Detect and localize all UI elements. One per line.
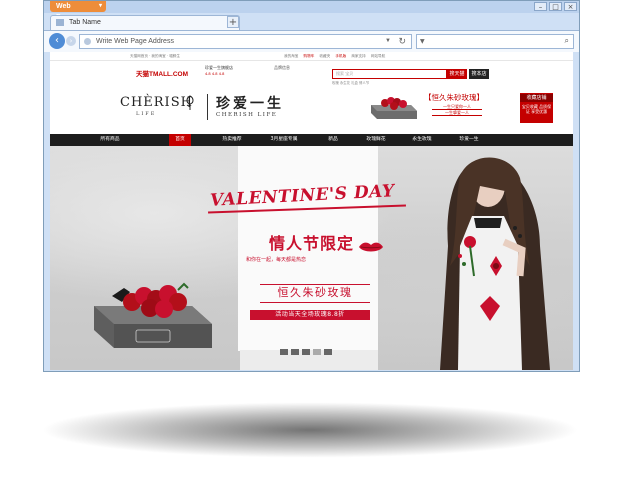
hero-title-cn: 情人节限定: [269, 234, 355, 253]
collect-subtitle: 宝贝收藏 品质保证 享受优惠: [521, 104, 552, 114]
brand-name-cn: 珍爱一生: [216, 96, 284, 112]
hero-rose-name: 恒久朱砂玫瑰: [260, 284, 370, 303]
address-placeholder: Write Web Page Address: [96, 38, 174, 45]
brand-name-sub: CHERISH LIFE: [216, 112, 278, 118]
nav-item-all-products[interactable]: 所有商品: [90, 134, 130, 146]
floor-shadow: [40, 402, 580, 458]
brand-divider: [207, 94, 208, 120]
hero-banner[interactable]: VALENTINE'S DAY 情人节限定 和你在一起，每天都是热恋 恒久朱砂玫…: [50, 146, 573, 370]
tmall-header: 天猫TMALL.COM 珍爱一生旗舰店 4.8 4.8 4.8 品牌信息 搜索 …: [50, 62, 573, 85]
tab-strip: Tab Name × +: [44, 13, 579, 30]
topbar-link[interactable]: 网站导航: [371, 54, 385, 58]
minimize-button[interactable]: –: [534, 2, 547, 11]
reload-icon[interactable]: ↻: [398, 35, 406, 48]
nav-item-preserved[interactable]: 永生玫瑰: [402, 134, 442, 146]
nav-item-roses[interactable]: 玫瑰鲜花: [356, 134, 396, 146]
topbar-link[interactable]: 收藏夹: [319, 54, 330, 58]
lips-icon: [359, 242, 383, 252]
web-page: 天猫网首页 · 我的淘宝 · 喵鲜生 我的淘宝 购物车 收藏夹 手机版 商家支持…: [50, 52, 573, 370]
shop-name[interactable]: 珍爱一生旗舰店: [205, 65, 233, 70]
browser-tab[interactable]: Tab Name ×: [50, 15, 240, 30]
topbar-link[interactable]: 手机版: [335, 54, 346, 58]
close-button[interactable]: ×: [564, 2, 577, 11]
globe-icon: [84, 38, 91, 45]
chevron-down-icon: ▾: [98, 3, 102, 9]
shop-search-input[interactable]: 搜索 宝贝: [332, 69, 447, 79]
slide-dot-active[interactable]: [313, 349, 321, 355]
search-engine-dropdown-icon[interactable]: ▼: [420, 35, 425, 48]
promo-subtitle: 一生只爱你一人 一生挚爱一人: [432, 104, 482, 116]
collect-title: 收藏店铺: [520, 94, 553, 102]
shop-scores: 4.8 4.8 4.8: [205, 72, 225, 76]
model-image: [440, 157, 550, 370]
slide-dot[interactable]: [280, 349, 288, 355]
nav-item-zodiac[interactable]: 3月星座专属: [264, 134, 304, 146]
search-icon[interactable]: ⌕: [565, 36, 569, 46]
brand-name-en: CHÈRISH: [120, 95, 193, 110]
hero-tagline: 和你在一起，每天都是热恋: [246, 257, 307, 263]
collect-shop-button[interactable]: 收藏店铺 宝贝收藏 品质保证 享受优惠: [520, 93, 553, 123]
rose-gift-box-image: [94, 282, 212, 348]
brand-info-link[interactable]: 品牌信息: [274, 65, 290, 71]
topbar-left-links[interactable]: 天猫网首页 · 我的淘宝 · 喵鲜生: [130, 52, 180, 60]
shop-nav-bar: 所有商品 首页 热卖推荐 3月星座专属 新品 玫瑰鲜花 永生玫瑰 珍爱一生: [50, 134, 573, 146]
nav-item-home[interactable]: 首页: [169, 134, 191, 146]
hot-search-words[interactable]: 玫瑰 永生花 礼盒 情人节: [332, 80, 369, 85]
tmall-top-bar: 天猫网首页 · 我的淘宝 · 喵鲜生 我的淘宝 购物车 收藏夹 手机版 商家支持…: [50, 52, 573, 61]
browser-search-input[interactable]: ▼ ⌕: [416, 34, 574, 49]
app-menu-button[interactable]: Web Browser ▾: [50, 1, 106, 21]
navigation-bar: ‹ › Write Web Page Address ▼ ↻ ▼ ⌕: [44, 30, 579, 52]
tab-title: Tab Name: [69, 19, 101, 26]
hero-offer: 活动当天全场玫瑰8.8折: [250, 310, 370, 320]
rose-logo-icon: [186, 95, 194, 110]
dropdown-icon[interactable]: ▼: [385, 35, 391, 48]
topbar-link[interactable]: 我的淘宝: [284, 54, 298, 58]
shop-info: 珍爱一生旗舰店 4.8 4.8 4.8: [205, 65, 233, 77]
topbar-right-links: 我的淘宝 购物车 收藏夹 手机版 商家支持 网站导航: [284, 52, 389, 60]
search-tmall-button[interactable]: 搜天猫: [447, 69, 467, 79]
promo-sub-line: 一生挚爱一人: [432, 110, 482, 116]
back-button[interactable]: ‹: [49, 33, 65, 49]
maximize-button[interactable]: □: [549, 2, 562, 11]
nav-item-hot[interactable]: 热卖推荐: [212, 134, 252, 146]
topbar-link[interactable]: 商家支持: [351, 54, 365, 58]
page-icon: [56, 19, 64, 26]
browser-window: Web Browser ▾ – □ × Tab Name × + ‹ › Wri…: [43, 0, 580, 372]
window-controls: – □ ×: [534, 2, 577, 11]
slider-dots: [280, 349, 332, 355]
topbar-link[interactable]: 购物车: [304, 54, 315, 58]
search-shop-button[interactable]: 搜本店: [469, 69, 489, 79]
address-bar[interactable]: Write Web Page Address ▼ ↻: [79, 34, 412, 49]
tmall-logo[interactable]: 天猫TMALL.COM: [136, 68, 188, 78]
nav-item-new[interactable]: 新品: [313, 134, 353, 146]
rose-box-thumbnail[interactable]: [367, 91, 421, 121]
forward-button[interactable]: ›: [66, 36, 76, 46]
promo-title[interactable]: 【恒久朱砂玫瑰】: [424, 92, 484, 103]
slide-dot[interactable]: [291, 349, 299, 355]
title-bar: Web Browser ▾ – □ ×: [44, 1, 579, 21]
brand-life: LIFE: [136, 111, 157, 117]
shop-brand-header: CHÈRISH LIFE 珍爱一生 CHERISH LIFE 【恒久朱砂玫瑰】 …: [50, 86, 573, 132]
nav-item-cherish[interactable]: 珍爱一生: [449, 134, 489, 146]
new-tab-button[interactable]: +: [227, 16, 239, 28]
slide-dot[interactable]: [324, 349, 332, 355]
slide-dot[interactable]: [302, 349, 310, 355]
